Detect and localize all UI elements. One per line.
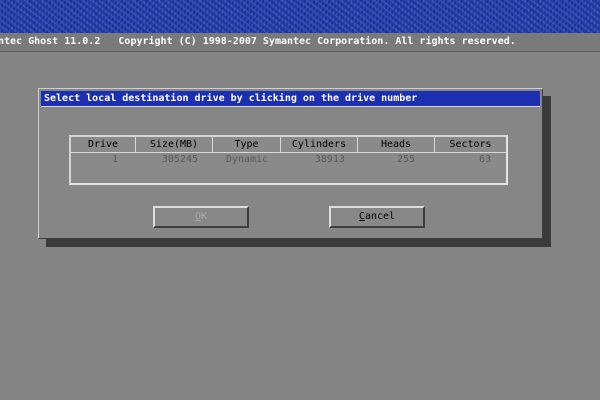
cancel-label: ancel: [364, 211, 396, 222]
dialog-title: Select local destination drive by clicki…: [41, 91, 540, 106]
ok-button[interactable]: OK: [153, 206, 249, 228]
heads-cell: 255: [396, 154, 415, 165]
table-header: Drive Size(MB) Type Cylinders Heads Sect…: [71, 137, 506, 153]
drive-table: Drive Size(MB) Type Cylinders Heads Sect…: [69, 135, 508, 185]
drive-number-cell[interactable]: 1: [71, 153, 118, 167]
sectors-cell: 63: [478, 154, 491, 165]
copyright-bar: ntec Ghost 11.0.2 Copyright (C) 1998-200…: [0, 33, 600, 52]
column-header-sectors: Sectors: [435, 137, 506, 153]
ok-label: K: [201, 211, 208, 222]
column-header-size: Size(MB): [136, 137, 213, 153]
destination-drive-dialog: Select local destination drive by clicki…: [38, 88, 543, 239]
column-header-cylinders: Cylinders: [281, 137, 358, 153]
desktop-banner: [0, 0, 600, 33]
column-header-heads: Heads: [358, 137, 435, 153]
title-divider: [41, 106, 540, 107]
table-row[interactable]: 1 305245 Dynamic 38913 255 63: [71, 153, 506, 167]
cancel-button[interactable]: Cancel: [329, 206, 425, 228]
copyright-text: ntec Ghost 11.0.2 Copyright (C) 1998-200…: [0, 36, 516, 47]
size-cell: 305245: [161, 154, 198, 165]
cylinders-cell: 38913: [314, 154, 345, 165]
type-cell: Dynamic: [225, 154, 269, 165]
column-header-drive: Drive: [71, 137, 136, 153]
column-header-type: Type: [213, 137, 281, 153]
